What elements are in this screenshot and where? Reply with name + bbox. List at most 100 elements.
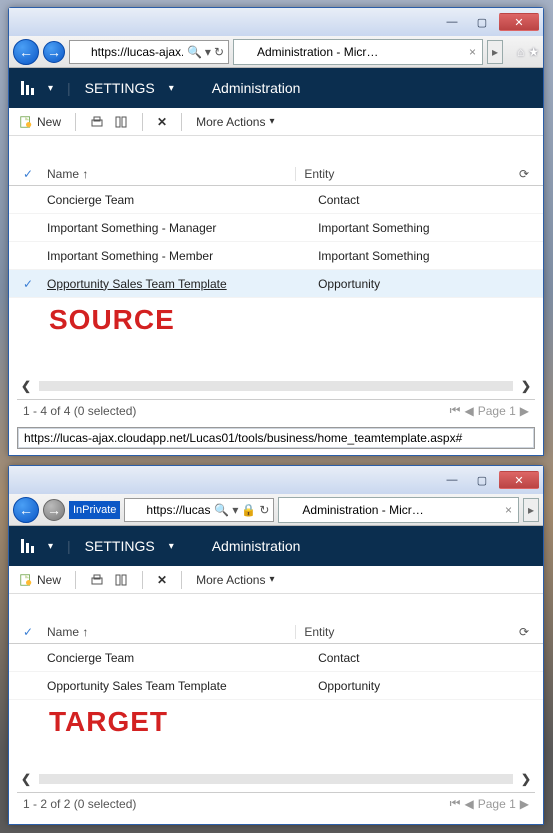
- select-all-checkbox[interactable]: ✓: [23, 167, 37, 181]
- scroll-right-icon[interactable]: ❯: [517, 772, 535, 786]
- dropdown-icon[interactable]: ▾: [205, 45, 211, 59]
- crm-nav-bar: ▾ | SETTINGS ▾ Administration: [9, 526, 543, 566]
- grid-row[interactable]: Concierge Team Contact: [9, 644, 543, 672]
- grid-row[interactable]: Concierge Team Contact: [9, 186, 543, 214]
- browser-toolbar: ← → InPrivate https://lucas-ajax.c 🔍 ▾ 🔒…: [9, 494, 543, 526]
- minimize-button[interactable]: —: [439, 471, 465, 489]
- col-header-name[interactable]: Name ↑: [47, 625, 285, 639]
- delete-icon[interactable]: ✕: [157, 573, 167, 587]
- titlebar: — ▢ ✕: [9, 8, 543, 36]
- crm-logo-icon[interactable]: [21, 81, 34, 95]
- tab-close-icon[interactable]: ×: [505, 503, 512, 517]
- chevron-down-icon: ▾: [269, 116, 274, 127]
- grid-footer: ❮ ❯ 1 - 4 of 4 (0 selected) ⏮ ◀ Page 1 ▶: [17, 377, 535, 421]
- window-source: — ▢ ✕ ← → https://lucas-ajax.cl… 🔍 ▾ ↻ A…: [8, 7, 544, 456]
- new-tab-button[interactable]: ▸: [487, 40, 503, 64]
- export-icon[interactable]: [114, 115, 128, 129]
- export-icon[interactable]: [114, 573, 128, 587]
- settings-dropdown-icon[interactable]: ▾: [169, 83, 174, 94]
- crm-nav-bar: ▾ | SETTINGS ▾ Administration: [9, 68, 543, 108]
- refresh-icon[interactable]: ⟳: [513, 625, 529, 639]
- col-header-name[interactable]: Name ↑: [47, 167, 285, 181]
- prev-page-icon[interactable]: ◀: [464, 404, 473, 418]
- pager-status: 1 - 4 of 4 (0 selected): [23, 404, 136, 418]
- nav-page[interactable]: Administration: [212, 538, 301, 554]
- nav-page[interactable]: Administration: [212, 80, 301, 96]
- next-page-icon[interactable]: ▶: [520, 797, 529, 811]
- refresh-icon[interactable]: ↻: [214, 45, 224, 59]
- forward-button[interactable]: →: [43, 41, 65, 63]
- print-icon[interactable]: [90, 573, 104, 587]
- row-check[interactable]: ✓: [23, 277, 37, 291]
- scroll-right-icon[interactable]: ❯: [517, 379, 535, 393]
- grid-row[interactable]: Important Something - Manager Important …: [9, 214, 543, 242]
- new-button[interactable]: New: [19, 573, 61, 587]
- more-actions-button[interactable]: More Actions ▾: [196, 115, 274, 129]
- more-actions-button[interactable]: More Actions ▾: [196, 573, 274, 587]
- refresh-icon[interactable]: ↻: [259, 503, 269, 517]
- minimize-button[interactable]: —: [439, 13, 465, 31]
- print-icon[interactable]: [90, 115, 104, 129]
- home-icon[interactable]: ⌂: [517, 45, 524, 59]
- chevron-down-icon: ▾: [269, 574, 274, 585]
- first-page-icon[interactable]: ⏮: [450, 796, 461, 811]
- site-icon: [74, 45, 87, 59]
- forward-button[interactable]: →: [43, 499, 65, 521]
- search-icon[interactable]: 🔍: [214, 503, 229, 517]
- next-page-icon[interactable]: ▶: [520, 404, 529, 418]
- nav-settings[interactable]: SETTINGS: [85, 80, 155, 96]
- address-bar[interactable]: https://lucas-ajax.c 🔍 ▾ 🔒 ↻: [124, 498, 274, 522]
- site-icon: [129, 503, 142, 517]
- col-header-entity[interactable]: Entity: [295, 625, 503, 639]
- url-text: https://lucas-ajax.cl…: [91, 45, 183, 59]
- close-button[interactable]: ✕: [499, 13, 539, 31]
- grid-row[interactable]: Opportunity Sales Team Template Opportun…: [9, 672, 543, 700]
- new-tab-button[interactable]: ▸: [523, 498, 539, 522]
- settings-dropdown-icon[interactable]: ▾: [169, 541, 174, 552]
- grid-row-selected[interactable]: ✓ Opportunity Sales Team Template Opport…: [9, 270, 543, 298]
- grid-footer: ❮ ❯ 1 - 2 of 2 (0 selected) ⏮ ◀ Page 1 ▶: [17, 770, 535, 814]
- maximize-button[interactable]: ▢: [469, 471, 495, 489]
- scroll-left-icon[interactable]: ❮: [17, 379, 35, 393]
- search-icon[interactable]: 🔍: [187, 45, 202, 59]
- row-name: Opportunity Sales Team Template: [47, 277, 300, 291]
- delete-icon[interactable]: ✕: [157, 115, 167, 129]
- inprivate-badge: InPrivate: [69, 501, 120, 519]
- dropdown-icon[interactable]: ▾: [232, 503, 238, 517]
- prev-page-icon[interactable]: ◀: [464, 797, 473, 811]
- row-entity: Contact: [310, 651, 529, 665]
- row-entity: Contact: [310, 193, 529, 207]
- maximize-button[interactable]: ▢: [469, 13, 495, 31]
- favorites-icon[interactable]: ★: [528, 45, 539, 59]
- col-header-entity[interactable]: Entity: [295, 167, 503, 181]
- tab-close-icon[interactable]: ×: [469, 45, 476, 59]
- tab-title: Administration - Micr…: [257, 45, 465, 59]
- annotation-source: SOURCE: [9, 298, 543, 342]
- tab-favicon: [240, 45, 253, 59]
- nav-settings[interactable]: SETTINGS: [85, 538, 155, 554]
- crm-logo-icon[interactable]: [21, 539, 34, 553]
- back-button[interactable]: ←: [13, 39, 39, 65]
- select-all-checkbox[interactable]: ✓: [23, 625, 37, 639]
- nav-dropdown-icon[interactable]: ▾: [48, 541, 53, 552]
- command-bar: New ✕ More Actions ▾: [9, 108, 543, 136]
- grid-row[interactable]: Important Something - Member Important S…: [9, 242, 543, 270]
- scroll-left-icon[interactable]: ❮: [17, 772, 35, 786]
- new-icon: [19, 115, 33, 129]
- back-button[interactable]: ←: [13, 497, 39, 523]
- pager-page: Page 1: [478, 797, 516, 811]
- address-bar[interactable]: https://lucas-ajax.cl… 🔍 ▾ ↻: [69, 40, 229, 64]
- grid-header: ✓ Name ↑ Entity ⟳: [9, 620, 543, 644]
- close-button[interactable]: ✕: [499, 471, 539, 489]
- first-page-icon[interactable]: ⏮: [450, 403, 461, 418]
- row-entity: Important Something: [310, 249, 529, 263]
- browser-tab[interactable]: Administration - Micr… ×: [233, 39, 483, 65]
- nav-dropdown-icon[interactable]: ▾: [48, 83, 53, 94]
- browser-tab[interactable]: Administration - Micr… ×: [278, 497, 519, 523]
- row-entity: Important Something: [310, 221, 529, 235]
- new-button[interactable]: New: [19, 115, 61, 129]
- pager-page: Page 1: [478, 404, 516, 418]
- scrollbar-track[interactable]: [39, 381, 513, 391]
- refresh-icon[interactable]: ⟳: [513, 167, 529, 181]
- scrollbar-track[interactable]: [39, 774, 513, 784]
